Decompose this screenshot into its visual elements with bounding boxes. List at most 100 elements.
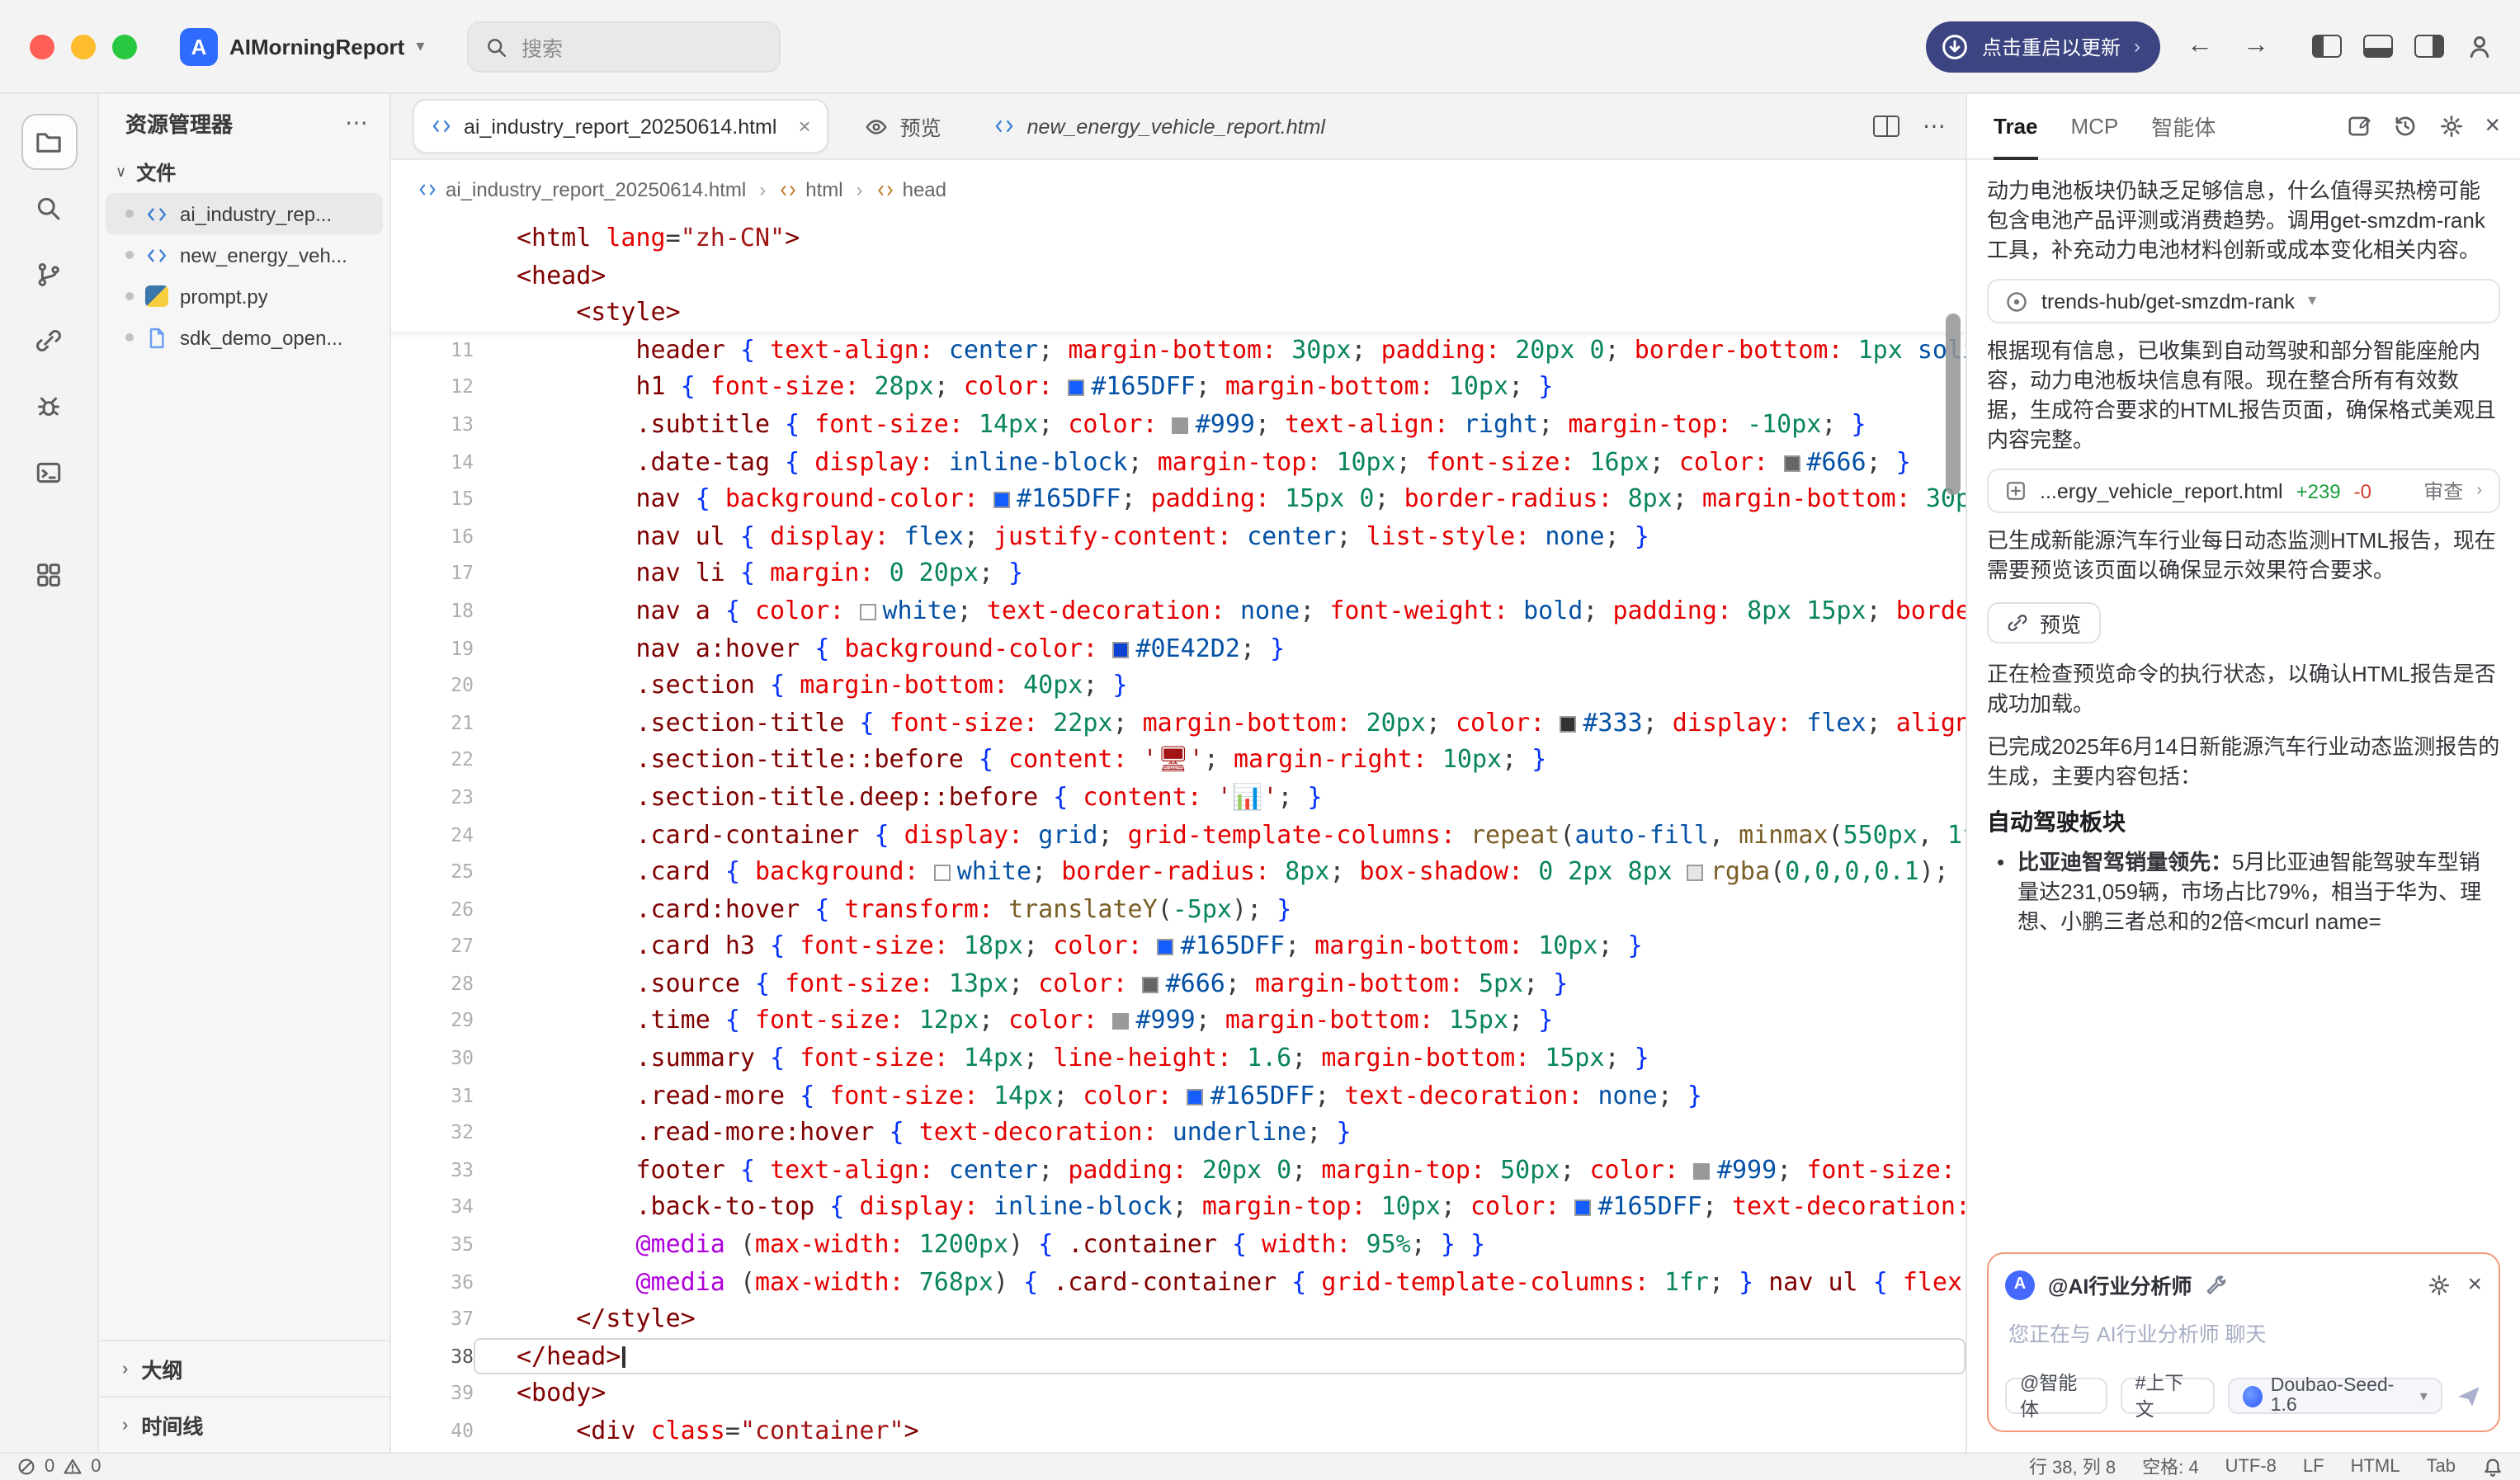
tab-preview[interactable]: 预览 (849, 99, 958, 153)
code-line[interactable]: 40 <div class="container"> (391, 1412, 1966, 1449)
code-line[interactable]: 37 </style> (391, 1300, 1966, 1337)
history-icon[interactable] (2392, 114, 2417, 139)
activity-remote-button[interactable] (21, 312, 77, 368)
code-line[interactable]: 22 .section-title::before { content: '🖥'… (391, 742, 1966, 779)
outline-section-header[interactable]: › 大纲 (99, 1340, 389, 1396)
code-editor[interactable]: <html lang="zh-CN"><head> <style> 11 hea… (391, 219, 1966, 1452)
timeline-section-header[interactable]: › 时间线 (99, 1396, 389, 1452)
agent-tools-icon[interactable] (2205, 1273, 2228, 1296)
code-line[interactable]: 26 .card:hover { transform: translateY(-… (391, 890, 1966, 927)
chat-input-placeholder[interactable]: 您正在与 AI行业分析师 聊天 (2005, 1313, 2482, 1365)
code-line[interactable]: 24 .card-container { display: grid; grid… (391, 816, 1966, 853)
code-line[interactable]: 16 nav ul { display: flex; justify-conte… (391, 518, 1966, 555)
problems-indicator[interactable]: 0 0 (17, 1457, 101, 1477)
close-tab-icon[interactable]: × (798, 114, 810, 139)
review-action[interactable]: 审查 (2423, 477, 2463, 505)
code-line[interactable]: 18 nav a { color: white; text-decoration… (391, 592, 1966, 629)
chat-input-box[interactable]: A @AI行业分析师 × 您正在与 AI行业分析师 聊天 @智能体 #上下文 D… (1987, 1252, 2500, 1432)
code-line[interactable]: 21 .section-title { font-size: 22px; mar… (391, 704, 1966, 741)
zoom-window-button[interactable] (112, 34, 137, 59)
eol-indicator[interactable]: LF (2303, 1457, 2324, 1477)
model-selector[interactable]: Doubao-Seed-1.6 ▾ (2227, 1378, 2442, 1414)
language-mode[interactable]: HTML (2351, 1457, 2400, 1477)
close-panel-icon[interactable]: × (2485, 111, 2500, 141)
context-chip[interactable]: #上下文 (2121, 1378, 2215, 1414)
code-line[interactable]: 13 .subtitle { font-size: 14px; color: #… (391, 406, 1966, 443)
panel-tab-agents[interactable]: 智能体 (2151, 94, 2216, 158)
code-line[interactable]: 14 .date-tag { display: inline-block; ma… (391, 443, 1966, 480)
file-item-new-energy-report[interactable]: new_energy_veh... (106, 234, 383, 276)
cursor-position[interactable]: 行 38, 列 8 (2029, 1454, 2116, 1480)
panel-tab-mcp[interactable]: MCP (2071, 94, 2119, 158)
code-line[interactable]: 33 footer { text-align: center; padding:… (391, 1152, 1966, 1189)
panel-tab-trae[interactable]: Trae (1994, 94, 2038, 158)
tab-indicator[interactable]: Tab (2427, 1457, 2456, 1477)
code-line[interactable]: 29 .time { font-size: 12px; color: #999;… (391, 1002, 1966, 1039)
activity-terminal-button[interactable] (21, 444, 77, 500)
toggle-left-sidebar-icon[interactable] (2312, 35, 2342, 58)
tab-ai-industry-report[interactable]: ai_industry_report_20250614.html × (413, 99, 829, 153)
code-line[interactable]: 23 .section-title.deep::before { content… (391, 779, 1966, 816)
agent-name[interactable]: @AI行业分析师 (2048, 1269, 2192, 1300)
minimize-window-button[interactable] (71, 34, 96, 59)
vertical-scrollbar[interactable] (1946, 313, 1961, 495)
code-line[interactable]: 35 @media (max-width: 1200px) { .contain… (391, 1226, 1966, 1263)
send-icon[interactable] (2456, 1382, 2482, 1410)
breadcrumb-html[interactable]: html (779, 178, 842, 201)
breadcrumb-head[interactable]: head (876, 178, 946, 201)
code-line[interactable]: 31 .read-more { font-size: 14px; color: … (391, 1077, 1966, 1114)
close-chat-icon[interactable]: × (2467, 1270, 2482, 1299)
sticky-line[interactable]: <style> (391, 294, 1966, 331)
code-line[interactable]: 32 .read-more:hover { text-decoration: u… (391, 1115, 1966, 1152)
code-line[interactable]: 28 .source { font-size: 13px; color: #66… (391, 965, 1966, 1002)
file-item-sdk-demo[interactable]: sdk_demo_open... (106, 317, 383, 358)
activity-apps-button[interactable] (21, 546, 77, 602)
code-line[interactable]: 39<body> (391, 1375, 1966, 1412)
file-item-ai-industry-report[interactable]: ai_industry_rep... (106, 193, 383, 234)
more-actions-icon[interactable]: ⋯ (1923, 112, 1946, 140)
files-section-header[interactable]: ∨ 文件 (99, 150, 389, 193)
code-line[interactable]: 19 nav a:hover { background-color: #0E42… (391, 629, 1966, 667)
code-line[interactable]: 15 nav { background-color: #165DFF; padd… (391, 480, 1966, 517)
project-selector[interactable]: A AIMorningReport ▾ (180, 27, 424, 65)
sidebar-more-icon[interactable]: ⋯ (345, 108, 370, 136)
toggle-bottom-panel-icon[interactable] (2363, 35, 2393, 58)
notifications-bell-icon[interactable] (2482, 1456, 2503, 1478)
activity-debug-button[interactable] (21, 378, 77, 434)
code-line[interactable]: 25 .card { background: white; border-rad… (391, 853, 1966, 890)
close-window-button[interactable] (30, 34, 54, 59)
code-line[interactable]: 20 .section { margin-bottom: 40px; } (391, 667, 1966, 704)
chat-settings-gear-icon[interactable] (2428, 1273, 2451, 1296)
tool-call-card[interactable]: trends-hub/get-smzdm-rank▾ (1987, 279, 2500, 323)
settings-gear-icon[interactable] (2438, 114, 2463, 139)
tab-new-energy-report[interactable]: new_energy_vehicle_report.html (978, 99, 1342, 153)
file-change-card[interactable]: ...ergy_vehicle_report.html+239-0审查› (1987, 469, 2500, 513)
global-search[interactable]: 搜索 (467, 21, 781, 73)
code-line[interactable]: 36 @media (max-width: 768px) { .card-con… (391, 1263, 1966, 1300)
toggle-right-panel-icon[interactable] (2414, 35, 2444, 58)
code-line[interactable]: 30 .summary { font-size: 14px; line-heig… (391, 1039, 1966, 1077)
sticky-line[interactable]: <html lang="zh-CN"> (391, 219, 1966, 257)
preview-button[interactable]: 预览 (1987, 602, 2101, 643)
activity-search-button[interactable] (21, 180, 77, 236)
encoding-indicator[interactable]: UTF-8 (2225, 1457, 2277, 1477)
new-chat-icon[interactable] (2346, 114, 2371, 139)
agents-chip[interactable]: @智能体 (2005, 1378, 2107, 1414)
split-editor-icon[interactable] (1873, 115, 1899, 137)
account-icon[interactable] (2466, 32, 2494, 60)
code-line[interactable]: 34 .back-to-top { display: inline-block;… (391, 1189, 1966, 1226)
activity-source-control-button[interactable] (21, 246, 77, 302)
code-line[interactable]: 27 .card h3 { font-size: 18px; color: #1… (391, 928, 1966, 965)
code-line[interactable]: 38</head> (391, 1338, 1966, 1375)
indentation-indicator[interactable]: 空格: 4 (2142, 1454, 2198, 1480)
code-line[interactable]: 12 h1 { font-size: 28px; color: #165DFF;… (391, 369, 1966, 406)
code-line[interactable]: 11 header { text-align: center; margin-b… (391, 332, 1966, 369)
breadcrumb-file[interactable]: ai_industry_report_20250614.html (418, 178, 746, 201)
activity-explorer-button[interactable] (21, 114, 77, 170)
back-button[interactable]: ← (2183, 31, 2216, 61)
sticky-line[interactable]: <head> (391, 257, 1966, 294)
code-line[interactable]: 17 nav li { margin: 0 20px; } (391, 555, 1966, 592)
restart-update-button[interactable]: 点击重启以更新 › (1926, 21, 2160, 72)
forward-button[interactable]: → (2239, 31, 2272, 61)
file-item-prompt-py[interactable]: prompt.py (106, 276, 383, 317)
